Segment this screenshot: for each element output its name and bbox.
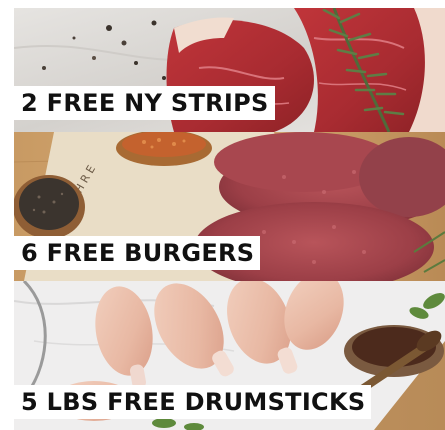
- offer-panel-drumsticks: 5 LBS FREE DRUMSTICKS: [14, 281, 445, 430]
- offer-label-burgers: 6 FREE BURGERS: [14, 236, 261, 270]
- offer-label-drumsticks: 5 LBS FREE DRUMSTICKS: [14, 385, 372, 419]
- offer-label-ny-strips: 2 FREE NY STRIPS: [14, 86, 275, 120]
- offer-panel-ny-strips: 2 FREE NY STRIPS: [14, 8, 445, 132]
- promo-banner: 2 FREE NY STRIPS X O H R E 6 FREE BURGER…: [14, 8, 445, 430]
- offer-panel-burgers: X O H R E 6 FREE BURGERS: [14, 132, 445, 281]
